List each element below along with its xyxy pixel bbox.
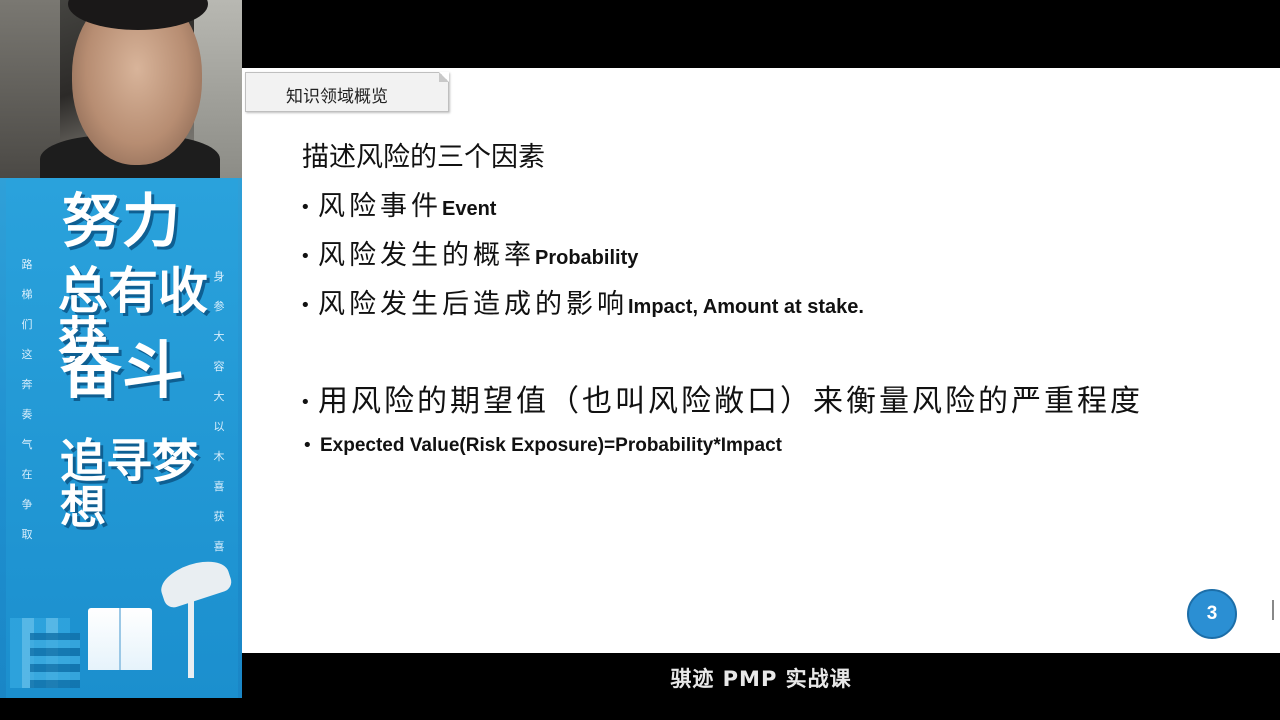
bullet-text-en: Expected Value(Risk Exposure)=Probabilit… xyxy=(320,435,782,456)
bullet-text-en: Probability xyxy=(535,247,639,269)
poster-vertical-char: 们 xyxy=(21,318,33,331)
poster-vertical-char: 喜 xyxy=(213,480,225,493)
open-book-icon xyxy=(88,608,152,670)
slide-heading: 描述风险的三个因素 xyxy=(302,142,545,173)
bullet-text-cn: 风险发生的概率 xyxy=(318,240,535,271)
bullet-text-en: Event xyxy=(442,198,497,220)
poster-vertical-text-left: 路梯们这奔奏气在争取 xyxy=(20,250,34,550)
page-number-badge: 3 xyxy=(1187,589,1237,639)
poster-vertical-char: 身 xyxy=(213,270,225,283)
bullet-risk-probability: • 风险发生的概率Probability xyxy=(300,233,638,272)
motivational-poster: 努力 总有收获 奋斗 追寻梦想 路梯们这奔奏气在争取 身参大容大以木喜获喜 xyxy=(0,178,242,698)
bullet-dot-icon: • xyxy=(300,392,311,413)
bullet-text-en: Impact, Amount at stake. xyxy=(628,296,864,318)
poster-vertical-text-right: 身参大容大以木喜获喜 xyxy=(212,262,226,562)
bullet-text-cn: 风险事件 xyxy=(318,191,442,222)
poster-vertical-char: 参 xyxy=(213,300,225,313)
bullet-risk-impact: • 风险发生后造成的影响Impact, Amount at stake. xyxy=(300,282,864,321)
desk-lamp-arm xyxy=(188,598,194,678)
footer-caption: 骐迹 PMP 实战课 xyxy=(670,667,852,691)
poster-vertical-char: 在 xyxy=(21,468,33,481)
poster-vertical-char: 梯 xyxy=(21,288,33,301)
bullet-dot-icon: • xyxy=(302,435,313,456)
bullet-expected-value: • 用风险的期望值（也叫风险敞口）来衡量风险的严重程度 xyxy=(300,376,1143,420)
bullet-dot-icon: • xyxy=(300,197,311,218)
poster-vertical-char: 气 xyxy=(21,438,33,451)
webcam-video xyxy=(0,0,242,178)
bullet-text-cn: 用风险的期望值（也叫风险敞口）来衡量风险的严重程度 xyxy=(318,384,1143,419)
poster-vertical-char: 以 xyxy=(213,420,225,433)
edge-marker xyxy=(1272,600,1280,620)
bullet-risk-event: • 风险事件Event xyxy=(300,184,496,223)
slide-top-bar xyxy=(242,0,1280,68)
poster-vertical-char: 路 xyxy=(21,258,33,271)
bullet-text-cn: 风险发生后造成的影响 xyxy=(318,289,628,320)
section-tab: 知识领域概览 xyxy=(245,72,449,112)
poster-vertical-char: 奔 xyxy=(21,378,33,391)
poster-vertical-char: 这 xyxy=(21,348,33,361)
poster-vertical-char: 获 xyxy=(213,510,225,523)
poster-vertical-char: 大 xyxy=(213,330,225,343)
poster-vertical-char: 奏 xyxy=(21,408,33,421)
section-tab-label: 知识领域概览 xyxy=(286,87,388,107)
poster-decoration-blocks-2 xyxy=(30,633,80,688)
poster-vertical-char: 大 xyxy=(213,390,225,403)
poster-vertical-char: 争 xyxy=(21,498,33,511)
poster-line-3: 奋斗 xyxy=(60,334,185,407)
poster-line-1: 努力 xyxy=(62,187,183,255)
bullet-dot-icon: • xyxy=(300,295,311,316)
footer-bar: 骐迹 PMP 实战课 xyxy=(242,653,1280,720)
poster-vertical-char: 取 xyxy=(21,528,33,541)
page-fold-icon xyxy=(439,72,449,82)
left-sidebar: 努力 总有收获 奋斗 追寻梦想 路梯们这奔奏气在争取 身参大容大以木喜获喜 xyxy=(0,0,242,720)
bullet-formula: • Expected Value(Risk Exposure)=Probabili… xyxy=(302,432,782,457)
poster-vertical-char: 喜 xyxy=(213,540,225,553)
poster-vertical-char: 木 xyxy=(213,450,225,463)
bullet-dot-icon: • xyxy=(300,246,311,267)
poster-vertical-char: 容 xyxy=(213,360,225,373)
